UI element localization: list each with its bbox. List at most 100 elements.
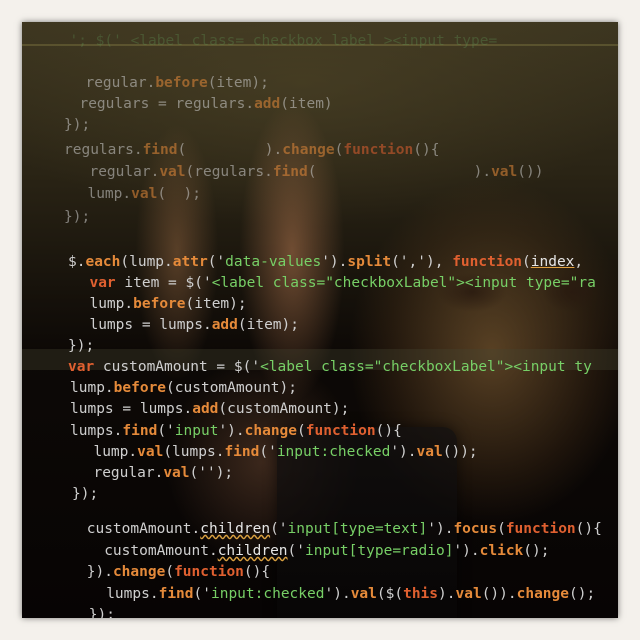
code-token: (regulars. [185,164,273,180]
code-token: (item); [207,75,269,91]
code-token: find [122,423,158,439]
code-token: }); [68,338,95,354]
code-token: input:checked [276,444,391,460]
code-line[interactable]: }); [64,115,90,136]
code-line[interactable]: var customAmount = $('<label class="chec… [68,357,592,378]
code-token: lump. [70,380,114,396]
code-token: (lump. [120,254,173,270]
code-token: input[type=radio] [305,543,454,559]
code-token: '). [324,586,351,602]
code-token: '; $(' <label class= checkbox label ><in… [69,33,498,49]
code-line[interactable]: }); [80,605,115,618]
code-token: lump. [87,186,132,202]
code-token: val [131,186,158,202]
code-token: (',') [391,254,435,270]
code-token: regular. [85,75,156,91]
code-token: $. [68,254,86,270]
code-token: customAmount. [104,543,218,559]
code-token: change [112,564,166,580]
code-token: lump. [93,444,138,460]
code-line[interactable]: lump.before(customAmount); [70,378,297,399]
code-line[interactable]: lump.val( ); [70,184,201,205]
code-token: (' [207,254,226,270]
code-line[interactable]: regular.val(regulars.find( ).val()) [72,162,543,183]
code-line[interactable]: lumps.find('input').change(function(){ [70,421,402,442]
code-token: '). [321,254,348,270]
code-line[interactable]: }); [64,207,90,228]
code-token: ( ). [307,164,492,180]
code-token: item = $(' [115,275,212,291]
code-token: }); [64,209,91,225]
code-token: lumps = lumps. [89,317,212,333]
code-line[interactable]: regular.before(item); [68,73,269,94]
code-line[interactable]: regulars = regulars.add(item) [62,94,333,115]
code-line[interactable]: lump.val(lumps.find('input:checked').val… [76,442,477,463]
code-line[interactable]: regular.val(''); [76,463,233,484]
code-token: (item) [280,96,333,112]
code-token: ()) [517,164,544,180]
code-line[interactable]: lumps = lumps.add(item); [72,315,299,336]
code-token: '). [218,423,245,439]
code-token: before [133,296,186,312]
code-token: children [200,521,271,537]
code-token: (' [157,423,175,439]
code-token: each [85,254,121,270]
code-line[interactable]: lumps = lumps.add(customAmount); [70,399,349,420]
code-editor[interactable]: '; $(' <label class= checkbox label ><in… [22,22,618,618]
code-token: input[type=text] [287,521,428,537]
code-line[interactable]: $.each(lump.attr('data-values').split(',… [68,252,583,273]
code-token: var [89,275,116,291]
code-line[interactable]: regulars.find( ).change(function(){ [64,140,439,161]
code-token: (){ [413,142,440,158]
code-line[interactable]: lumps.find('input:checked').val($(this).… [80,584,595,605]
code-line[interactable]: var item = $('<label class="checkboxLabe… [72,273,595,294]
code-token: function [343,142,414,158]
code-token: change [282,142,335,158]
code-line[interactable]: lump.before(item); [72,294,246,315]
code-line[interactable]: }); [68,336,94,357]
code-token: (); [523,543,550,559]
code-token: index [530,254,575,270]
code-token: ( ). [177,142,283,158]
code-token: change [516,586,569,602]
code-token: val [137,444,164,460]
code-token: input [174,423,219,439]
code-token: val [159,164,186,180]
code-token: lump. [89,296,134,312]
code-token: ($( [376,586,404,602]
code-token: ( [522,254,531,270]
code-token: customAmount = $(' [94,359,261,375]
code-token: (){ [375,423,402,439]
code-token: (){ [575,521,602,537]
code-line[interactable]: customAmount.children('input[type=radio]… [78,541,549,562]
code-token: (); [569,586,596,602]
code-token: function [505,521,576,537]
photo-frame: '; $(' <label class= checkbox label ><in… [22,22,618,618]
code-token: change [244,423,298,439]
code-line[interactable]: }).change(function(){ [78,562,270,583]
code-token: }). [86,564,113,580]
code-token: ( ); [157,186,201,202]
code-line[interactable]: customAmount.children('input[type=text]'… [78,519,602,540]
code-token: ( [165,564,175,580]
code-line[interactable]: '; $(' <label class= checkbox label ><in… [52,31,497,52]
code-token: this [403,586,439,602]
code-token: customAmount. [86,521,201,537]
code-token: lumps. [70,423,123,439]
code-token: regular. [89,164,160,180]
code-line[interactable]: }); [72,484,98,505]
code-token: before [113,380,167,396]
code-token: add [192,401,219,417]
